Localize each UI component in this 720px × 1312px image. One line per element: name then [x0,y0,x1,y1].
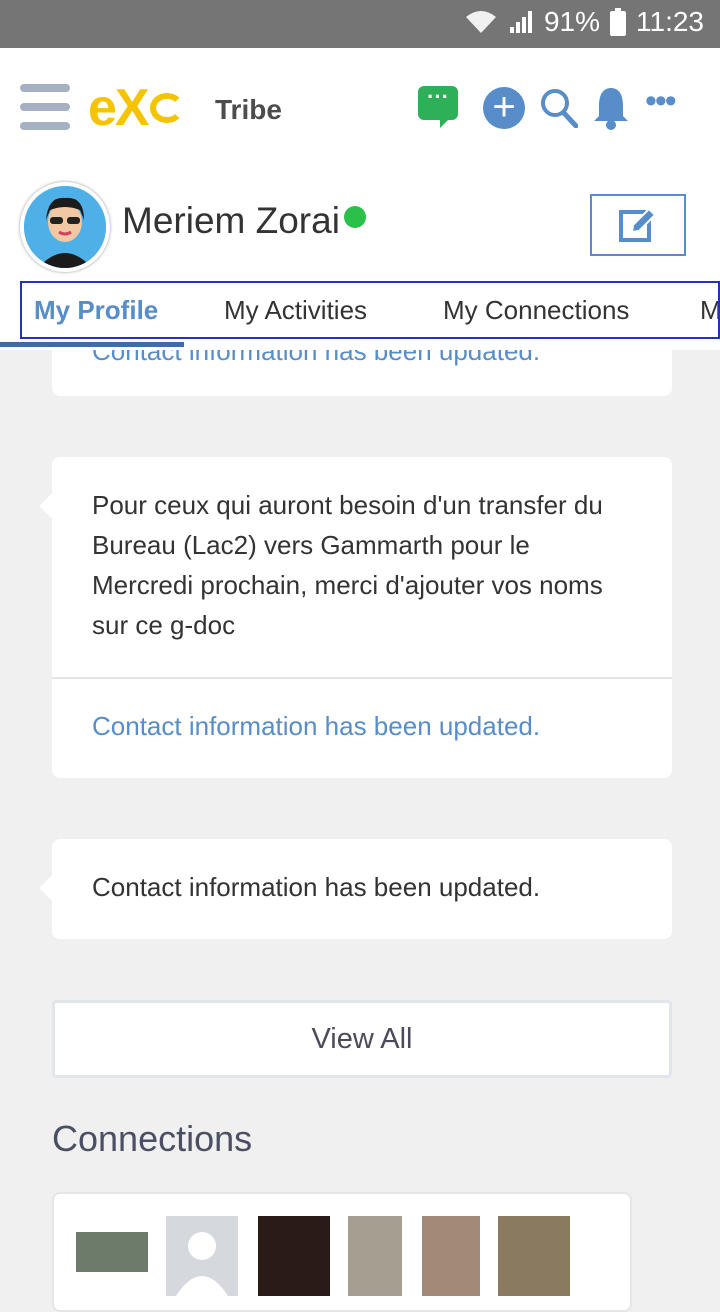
plus-icon[interactable]: + [483,87,525,129]
chat-icon[interactable]: ··· [418,86,458,128]
edit-icon [619,207,657,242]
status-bar: 91% 11:23 [0,0,720,48]
tab-my-profile[interactable]: My Profile [34,295,158,326]
card-pointer [39,875,65,901]
connections-title: Connections [52,1118,253,1159]
profile-header: Meriem Zorai My Profile My Activities My… [0,164,720,350]
bell-icon[interactable] [592,86,630,130]
connection-avatar[interactable] [422,1216,480,1296]
connection-avatar[interactable] [166,1216,238,1296]
menu-icon[interactable] [20,84,70,130]
connection-avatar[interactable] [76,1232,148,1272]
clock: 11:23 [636,6,704,37]
view-all-button[interactable]: View All [52,1000,672,1078]
tab-my-connections[interactable]: My Connections [443,295,629,326]
brand-label: Tribe [215,94,282,125]
connection-avatar[interactable] [258,1216,330,1296]
search-icon[interactable] [540,88,578,128]
connection-avatar[interactable] [348,1216,402,1296]
activity-card: Pour ceux qui auront besoin d'un transfe… [39,457,672,778]
online-status-dot [344,206,366,228]
tab-more[interactable]: M [700,295,718,326]
battery-icon [610,8,626,36]
profile-tabs: My Profile My Activities My Connections … [20,281,720,339]
activity-text: Pour ceux qui auront besoin d'un transfe… [92,490,603,640]
divider [52,677,672,679]
connections-list [52,1192,632,1312]
exo-logo[interactable]: eX [88,78,184,138]
active-tab-indicator [0,342,184,347]
wifi-icon [465,11,496,33]
app-bar: eX Tribe ··· + ••• [0,48,720,164]
default-user-icon [176,1232,228,1296]
activity-card: Contact information has been updated. [39,839,672,939]
edit-profile-button[interactable] [590,194,686,256]
card-pointer [39,493,65,519]
battery-percent: 91% [543,6,600,37]
signal-icon [509,11,532,33]
activity-link[interactable]: Contact information has been updated. [92,711,540,742]
tab-my-activities[interactable]: My Activities [224,295,367,326]
connection-avatar[interactable] [498,1216,570,1296]
avatar[interactable] [20,182,110,272]
activity-text: Contact information has been updated. [92,872,541,902]
status-indicators: 91% 11:23 [464,6,704,38]
more-icon[interactable]: ••• [645,84,677,118]
user-name: Meriem Zorai [122,200,340,241]
